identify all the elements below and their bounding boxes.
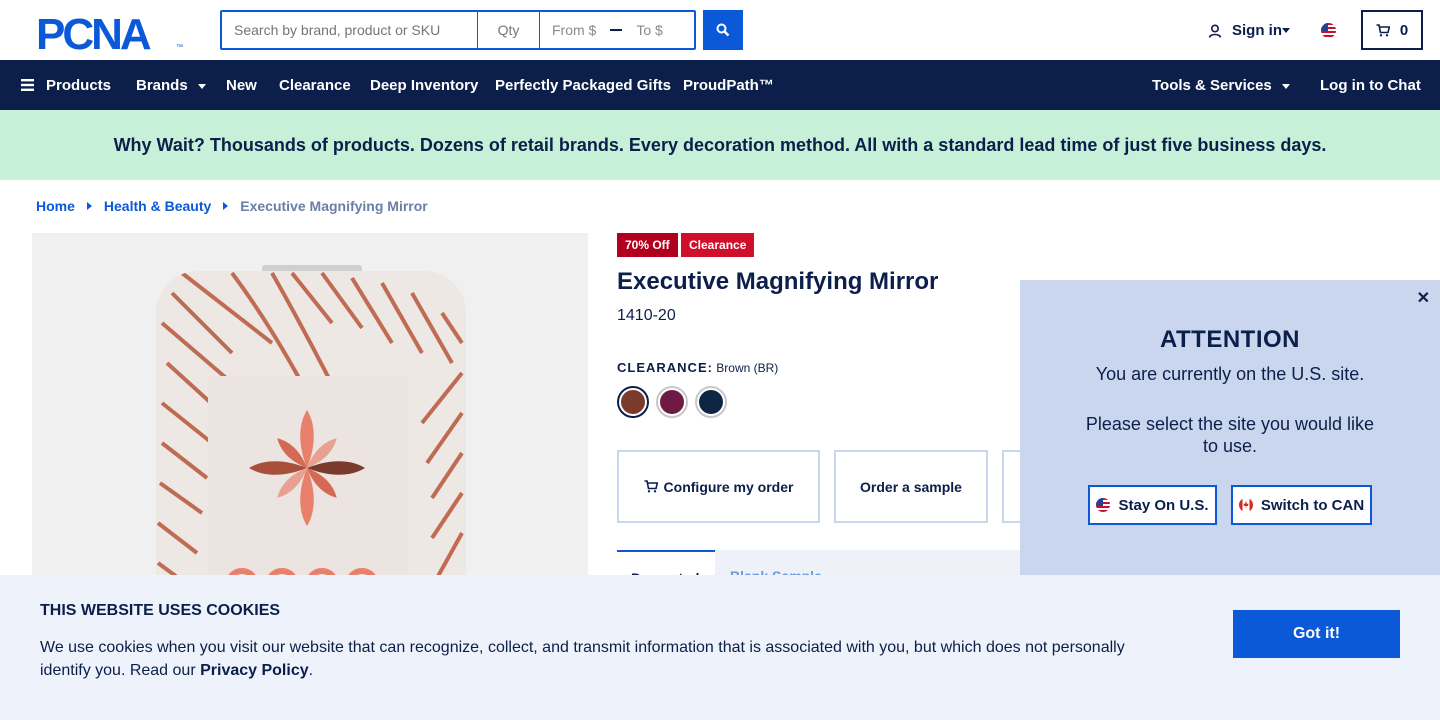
chevron-right-icon <box>86 202 92 210</box>
price-dash <box>610 29 623 31</box>
nav-brands[interactable]: Brands <box>136 60 206 110</box>
color-label: CLEARANCE: <box>617 360 713 375</box>
modal-title: ATTENTION <box>1159 326 1301 353</box>
canada-flag-icon <box>1238 498 1253 512</box>
nav-new[interactable]: New <box>226 60 257 110</box>
search-icon <box>716 23 730 37</box>
product-title: Executive Magnifying Mirror <box>617 268 939 295</box>
user-icon <box>1208 23 1222 38</box>
discount-badge: 70% Off <box>617 233 678 257</box>
cookie-end: . <box>308 662 314 679</box>
price-to-field[interactable]: To $ <box>636 22 662 38</box>
color-value: Brown (BR) <box>716 361 779 375</box>
search-bar: From $ To $ <box>220 10 696 50</box>
site-select-modal: ✕ ATTENTION You are currently on the U.S… <box>1020 280 1440 580</box>
logo-text: PCNA <box>36 12 151 52</box>
cart-icon <box>644 480 658 493</box>
cart-count: 0 <box>1399 21 1409 39</box>
price-range[interactable]: From $ To $ <box>540 12 694 48</box>
top-header: PCNA ™ From $ To $ Sign in <box>0 0 1440 60</box>
search-button[interactable] <box>703 10 743 50</box>
search-input[interactable] <box>222 12 478 48</box>
us-flag-icon <box>1096 498 1111 512</box>
nav-gifts[interactable]: Perfectly Packaged Gifts <box>495 60 671 110</box>
clearance-badge: Clearance <box>681 233 755 257</box>
cookie-text: We use cookies when you visit our websit… <box>40 636 1150 682</box>
swatch-burgundy[interactable] <box>656 386 688 418</box>
configure-order-button[interactable]: Configure my order <box>617 450 820 523</box>
nav-clearance[interactable]: Clearance <box>279 60 351 110</box>
breadcrumb: Home Health & Beauty Executive Magnifyin… <box>36 198 428 214</box>
price-from-field[interactable]: From $ <box>552 22 596 38</box>
cart-icon <box>1376 23 1390 36</box>
modal-line-2: Please select the site you would like to… <box>1085 414 1375 456</box>
nav-tools[interactable]: Tools & Services <box>1152 60 1290 110</box>
breadcrumb-home[interactable]: Home <box>36 198 75 214</box>
breadcrumb-category[interactable]: Health & Beauty <box>104 198 211 214</box>
color-selection: CLEARANCE: Brown (BR) <box>617 360 778 375</box>
chevron-right-icon <box>223 202 229 210</box>
stay-us-label: Stay On U.S. <box>1118 496 1209 514</box>
cart-button[interactable]: 0 <box>1361 10 1423 50</box>
sign-in-button[interactable]: Sign in <box>1208 22 1290 39</box>
logo-trademark: ™ <box>176 44 183 51</box>
nav-brands-label: Brands <box>136 76 188 94</box>
breadcrumb-current: Executive Magnifying Mirror <box>240 198 428 214</box>
nav-products[interactable]: Products <box>21 60 111 110</box>
hamburger-icon <box>21 79 34 91</box>
chevron-down-icon <box>1281 84 1290 89</box>
chevron-down-icon <box>197 84 206 89</box>
nav-deep-inventory[interactable]: Deep Inventory <box>370 60 478 110</box>
chevron-down-icon <box>1282 28 1290 33</box>
order-sample-button[interactable]: Order a sample <box>834 450 988 523</box>
main-nav: Products Brands New Clearance Deep Inven… <box>0 60 1440 110</box>
switch-can-label: Switch to CAN <box>1260 496 1365 514</box>
sign-in-label: Sign in <box>1232 22 1282 39</box>
qty-input[interactable] <box>478 12 540 48</box>
got-it-button[interactable]: Got it! <box>1233 610 1400 658</box>
nav-products-label: Products <box>46 76 112 94</box>
cookie-banner: THIS WEBSITE USES COOKIES We use cookies… <box>0 575 1440 720</box>
product-image[interactable] <box>32 233 588 593</box>
promo-banner: Why Wait? Thousands of products. Dozens … <box>0 110 1440 180</box>
nav-proudpath[interactable]: ProudPath™ <box>683 60 774 110</box>
mirror-image <box>156 265 466 593</box>
us-flag-icon[interactable] <box>1321 23 1336 38</box>
pcna-logo[interactable]: PCNA ™ <box>36 12 184 52</box>
product-sku: 1410-20 <box>617 307 676 324</box>
modal-line-1: You are currently on the U.S. site. <box>1095 364 1365 384</box>
stay-us-button[interactable]: Stay On U.S. <box>1088 485 1217 525</box>
cookie-title: THIS WEBSITE USES COOKIES <box>40 602 281 619</box>
nav-tools-label: Tools & Services <box>1152 76 1272 94</box>
configure-order-label: Configure my order <box>663 478 794 495</box>
privacy-policy-link[interactable]: Privacy Policy <box>200 662 309 679</box>
close-icon[interactable]: ✕ <box>1417 288 1430 308</box>
nav-chat[interactable]: Log in to Chat <box>1320 60 1421 110</box>
switch-can-button[interactable]: Switch to CAN <box>1231 485 1372 525</box>
swatch-brown[interactable] <box>617 386 649 418</box>
swatch-navy[interactable] <box>695 386 727 418</box>
